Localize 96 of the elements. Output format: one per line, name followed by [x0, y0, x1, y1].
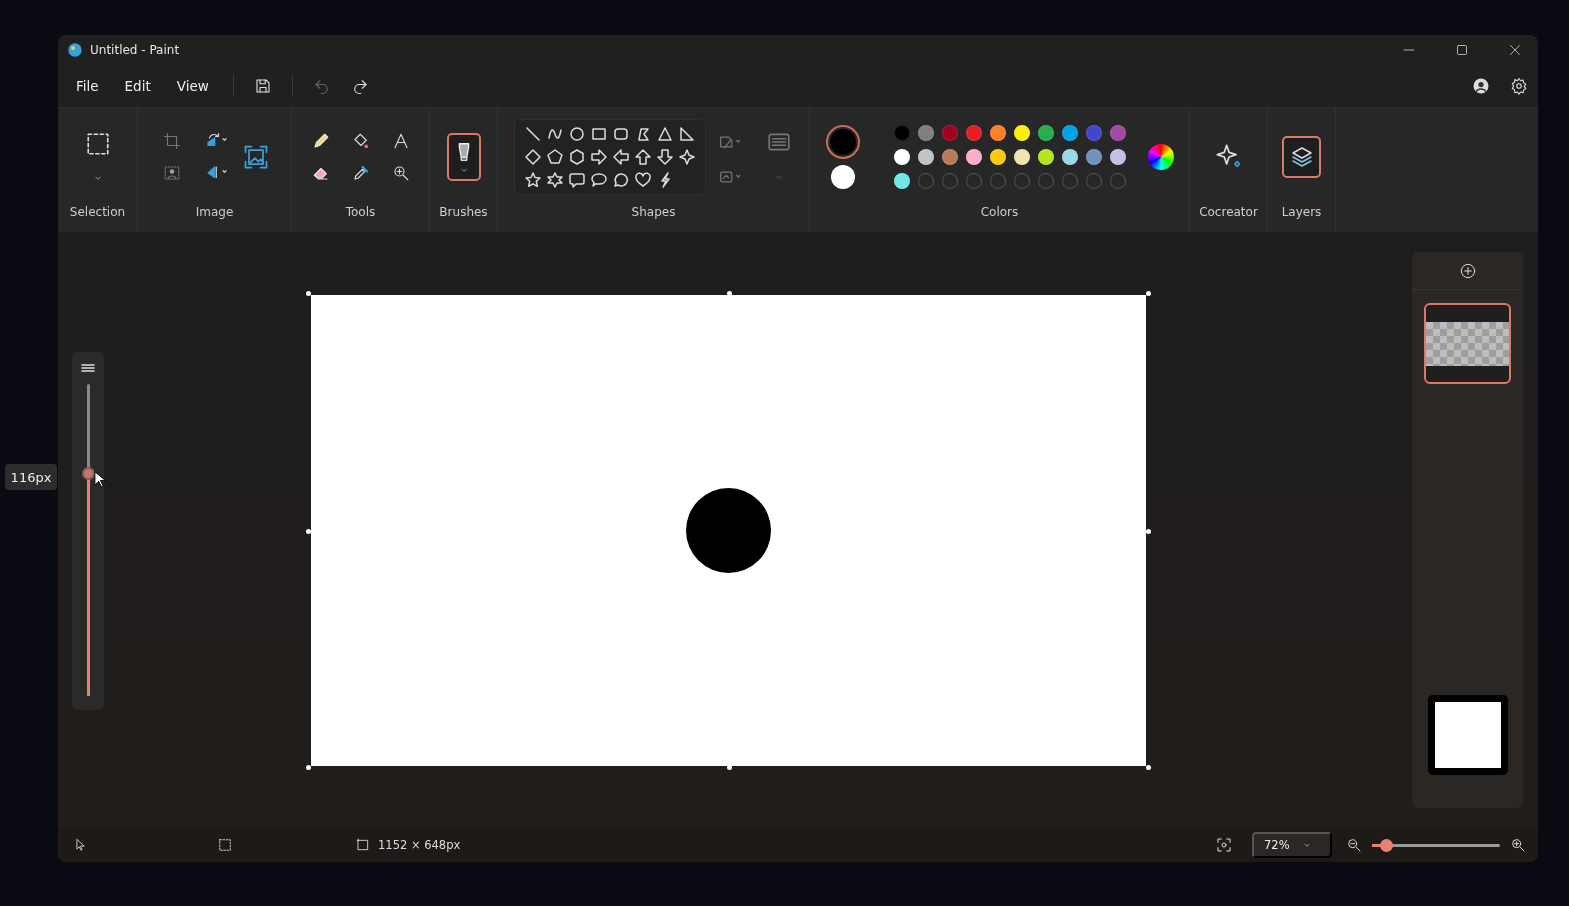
color-swatch[interactable] [965, 124, 982, 141]
color-swatch[interactable] [941, 148, 958, 165]
layer-thumbnail[interactable] [1424, 303, 1511, 384]
color-swatch[interactable] [893, 124, 910, 141]
group-label: Cocreator [1198, 205, 1259, 221]
color-swatch[interactable] [989, 124, 1006, 141]
right-arrow-shape-icon[interactable] [590, 148, 607, 165]
triangle-shape-icon[interactable] [656, 125, 673, 142]
selection-size-icon[interactable] [218, 838, 232, 852]
layers-icon [1289, 144, 1314, 169]
color-swatch[interactable] [1037, 124, 1054, 141]
diamond-shape-icon[interactable] [524, 148, 541, 165]
group-label: Shapes [630, 205, 677, 221]
color-swatch[interactable] [1013, 124, 1030, 141]
close-icon[interactable] [1509, 44, 1521, 56]
rectangle-shape-icon[interactable] [590, 125, 607, 142]
fill-bucket-icon[interactable] [351, 131, 370, 150]
color-swatch[interactable] [1109, 124, 1126, 141]
size-tooltip: 116px [5, 464, 57, 491]
primary-color-swatch[interactable] [829, 128, 856, 155]
four-point-star-shape-icon[interactable] [678, 148, 695, 165]
color-picker-icon[interactable] [351, 163, 370, 182]
line-shape-icon[interactable] [524, 125, 541, 142]
slider-thumb[interactable] [81, 467, 95, 481]
menu-item[interactable]: Edit [112, 72, 163, 100]
text-tool-icon[interactable] [391, 131, 410, 150]
color-swatch[interactable] [893, 148, 910, 165]
oval-shape-icon[interactable] [568, 125, 585, 142]
mouse-cursor-icon [94, 471, 106, 489]
maximize-icon[interactable] [1456, 44, 1468, 56]
account-icon[interactable] [1472, 77, 1490, 95]
five-point-star-shape-icon[interactable] [524, 171, 541, 188]
color-swatch[interactable] [965, 148, 982, 165]
brush-size-icon [80, 362, 96, 374]
color-swatch[interactable] [1085, 124, 1102, 141]
resize-handle[interactable] [726, 765, 732, 770]
menu-item[interactable]: View [164, 72, 221, 100]
six-point-star-shape-icon[interactable] [546, 171, 563, 188]
layers-button[interactable] [1282, 135, 1321, 178]
crop-icon[interactable] [162, 131, 181, 150]
color-swatch[interactable] [941, 124, 958, 141]
down-arrow-shape-icon[interactable] [656, 148, 673, 165]
color-wheel-icon[interactable] [1147, 143, 1174, 170]
resize-handle[interactable] [306, 765, 311, 770]
color-swatch[interactable] [1109, 148, 1126, 165]
group-label: Layers [1280, 205, 1323, 221]
fit-to-window-icon[interactable] [1216, 837, 1232, 853]
color-swatch[interactable] [989, 148, 1006, 165]
group-label: Image [194, 205, 235, 221]
paint-app-icon [67, 42, 83, 58]
zoom-in-icon[interactable] [1510, 837, 1526, 853]
oval-callout-shape-icon[interactable] [590, 171, 607, 188]
brushes-button[interactable] [446, 132, 481, 181]
settings-icon[interactable] [1510, 77, 1528, 95]
canvas-size-icon [356, 838, 370, 852]
resize-handle[interactable] [1146, 291, 1151, 296]
zoom-slider-thumb[interactable] [1380, 838, 1394, 852]
save-icon[interactable] [253, 77, 272, 95]
color-swatch[interactable] [917, 148, 934, 165]
color-swatch[interactable] [1061, 124, 1078, 141]
zoom-out-icon[interactable] [1346, 837, 1362, 853]
group-label: Colors [979, 205, 1020, 221]
color-swatch[interactable] [1061, 148, 1078, 165]
resize-handle[interactable] [306, 528, 311, 534]
menu-item[interactable]: File [64, 72, 111, 100]
hexagon-shape-icon[interactable] [568, 148, 585, 165]
color-swatch[interactable] [893, 172, 910, 189]
color-swatch[interactable] [1085, 148, 1102, 165]
color-swatch[interactable] [1037, 148, 1054, 165]
round-callout-shape-icon[interactable] [612, 171, 629, 188]
resize-handle[interactable] [726, 291, 732, 296]
background-layer-thumbnail[interactable] [1427, 695, 1508, 775]
magnifier-icon[interactable] [391, 163, 410, 182]
secondary-color-swatch[interactable] [830, 164, 855, 189]
resize-handle[interactable] [1146, 528, 1151, 534]
left-arrow-shape-icon[interactable] [612, 148, 629, 165]
rounded-rectangle-shape-icon[interactable] [612, 125, 629, 142]
group-label: Tools [344, 205, 377, 221]
group-label: Selection [68, 205, 127, 221]
color-swatch[interactable] [917, 124, 934, 141]
resize-handle[interactable] [1146, 765, 1151, 770]
up-arrow-shape-icon[interactable] [634, 148, 651, 165]
window-title: Untitled - Paint [90, 43, 180, 57]
resize-handle[interactable] [306, 291, 311, 296]
background-removal-icon[interactable] [162, 163, 181, 182]
selection-icon[interactable] [84, 130, 111, 157]
zoom-dropdown[interactable]: 72% [1252, 832, 1332, 858]
group-label: Brushes [438, 205, 489, 221]
heart-shape-icon[interactable] [634, 171, 651, 188]
add-layer-icon[interactable] [1459, 262, 1476, 279]
right-triangle-shape-icon[interactable] [678, 125, 695, 142]
canvas-size-text: 1152 × 648px [378, 838, 461, 852]
pentagon-shape-icon[interactable] [546, 148, 563, 165]
rectangular-callout-shape-icon[interactable] [568, 171, 585, 188]
color-swatch[interactable] [1013, 148, 1030, 165]
pencil-icon[interactable] [311, 131, 330, 150]
